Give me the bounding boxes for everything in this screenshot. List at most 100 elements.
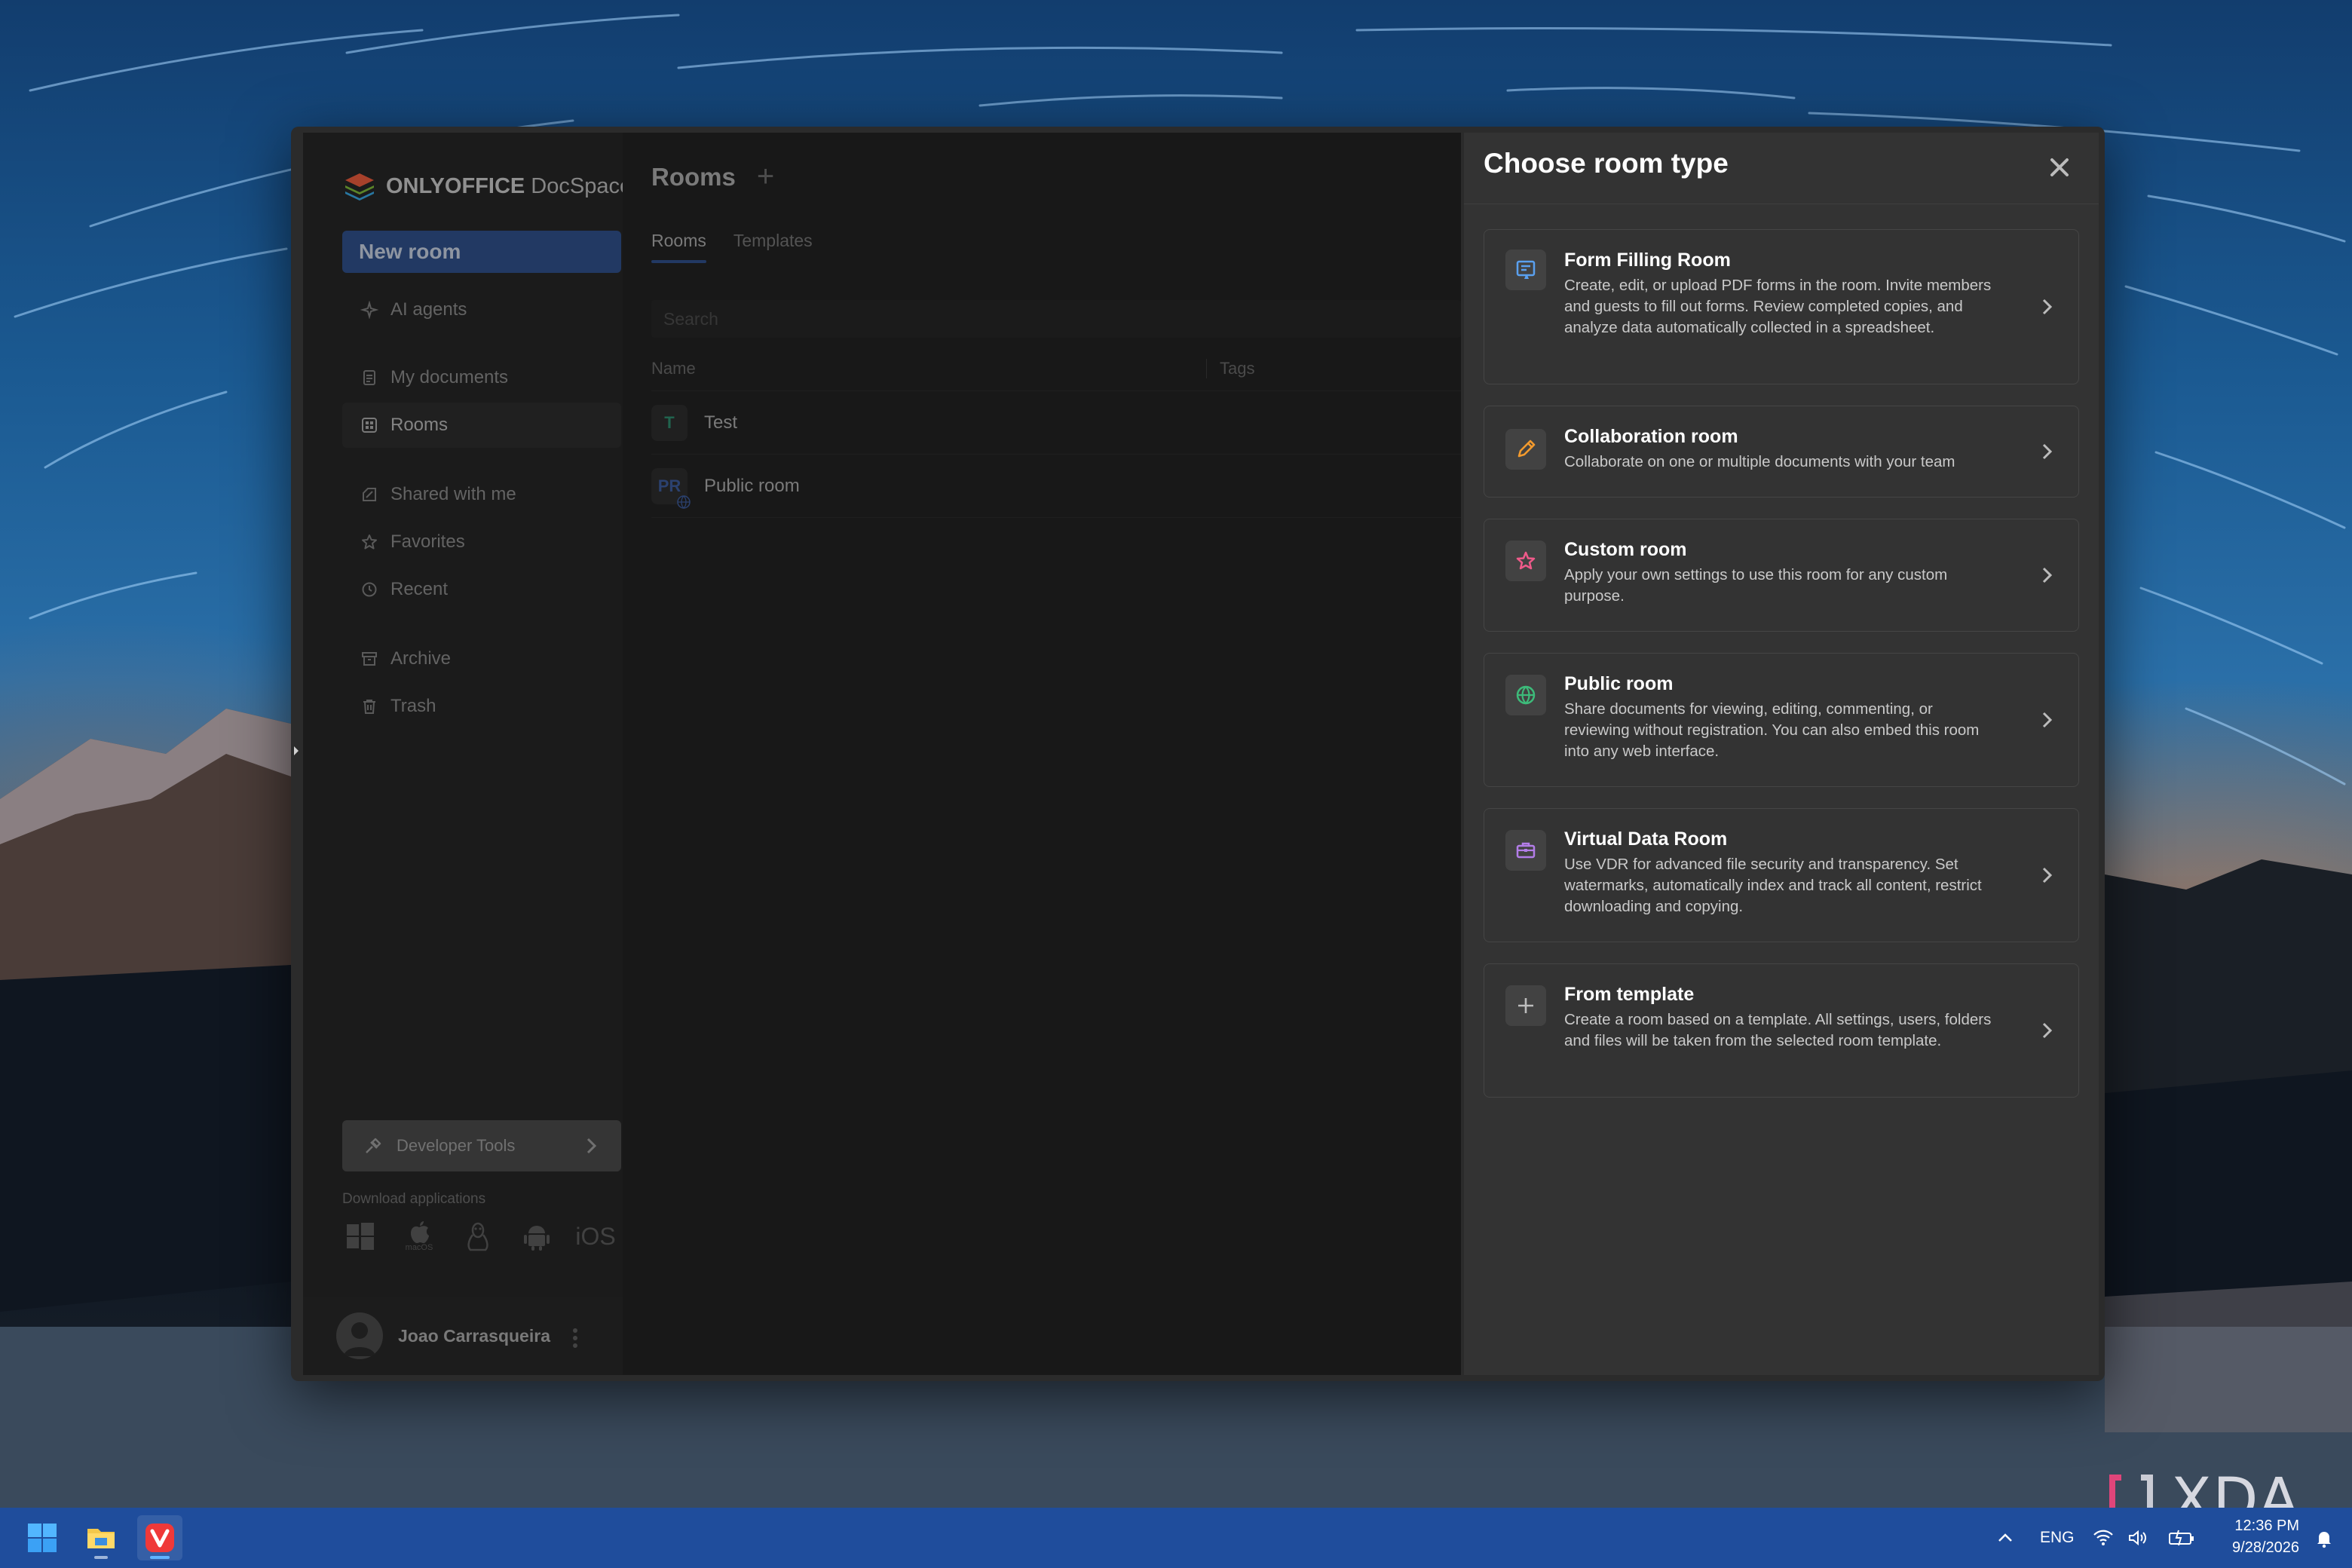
sidebar-item-my-documents[interactable]: My documents — [342, 355, 621, 400]
onlyoffice-logo-icon — [345, 173, 374, 201]
app-window: ONLYOFFICE DocSpace New room AI agents M… — [291, 127, 2105, 1381]
new-room-button[interactable]: New room — [342, 231, 621, 273]
file-explorer-button[interactable] — [78, 1515, 124, 1560]
rooms-tabs: Rooms Templates — [651, 231, 813, 263]
sidebar-item-label: Favorites — [390, 531, 465, 552]
sidebar: ONLYOFFICE DocSpace New room AI agents M… — [303, 133, 632, 1375]
star-icon — [1505, 541, 1546, 581]
room-type-custom[interactable]: Custom room Apply your own settings to u… — [1484, 519, 2079, 632]
windows-icon[interactable] — [342, 1218, 378, 1254]
room-type-virtual-data[interactable]: Virtual Data Room Use VDR for advanced f… — [1484, 808, 2079, 942]
star-icon — [359, 531, 380, 553]
close-icon[interactable] — [2044, 152, 2075, 182]
sidebar-item-label: Trash — [390, 696, 436, 716]
sidebar-item-shared-with-me[interactable]: Shared with me — [342, 472, 621, 517]
pencil-icon — [1505, 429, 1546, 470]
shared-icon — [359, 484, 380, 505]
sidebar-item-rooms[interactable]: Rooms — [342, 403, 621, 448]
chevron-right-icon — [2042, 712, 2053, 728]
sidebar-item-label: Recent — [390, 579, 449, 599]
clock-date: 9/28/2026 — [2232, 1539, 2299, 1556]
card-title: Custom room — [1564, 539, 1687, 560]
volume-icon[interactable] — [2127, 1529, 2148, 1551]
card-title: Public room — [1564, 673, 1674, 694]
globe-badge-icon — [677, 495, 691, 509]
page-title: Rooms + — [651, 160, 774, 194]
system-clock[interactable]: 12:36 PM 9/28/2026 — [2209, 1515, 2299, 1559]
download-apps: macOS iOS — [342, 1218, 616, 1254]
column-divider[interactable] — [1206, 359, 1207, 378]
macos-label: macOS — [405, 1243, 433, 1252]
room-type-form-filling[interactable]: Form Filling Room Create, edit, or uploa… — [1484, 229, 2079, 384]
chevron-right-icon — [2042, 443, 2053, 460]
avatar[interactable] — [336, 1312, 383, 1359]
room-type-collaboration[interactable]: Collaboration room Collaborate on one or… — [1484, 406, 2079, 498]
room-type-public[interactable]: Public room Share documents for viewing,… — [1484, 653, 2079, 787]
archive-icon — [359, 648, 380, 669]
form-filling-icon — [1505, 250, 1546, 290]
sidebar-item-label: AI agents — [390, 299, 467, 320]
column-header-name[interactable]: Name — [651, 359, 696, 378]
developer-tools-button[interactable]: Developer Tools — [342, 1120, 621, 1171]
notification-icon[interactable] — [2314, 1529, 2334, 1552]
sidebar-item-recent[interactable]: Recent — [342, 567, 621, 612]
room-initials-icon: T — [651, 404, 688, 441]
vivaldi-button[interactable] — [137, 1515, 182, 1560]
developer-tools-label: Developer Tools — [397, 1136, 516, 1155]
search-input[interactable]: Search — [651, 300, 1461, 338]
choose-room-type-panel: Choose room type Form Filling Room Creat… — [1464, 133, 2099, 1375]
caret-right-icon[interactable] — [291, 743, 302, 758]
briefcase-icon — [1505, 830, 1546, 871]
more-options-icon[interactable] — [571, 1327, 579, 1349]
add-icon[interactable]: + — [757, 160, 774, 194]
start-button[interactable] — [20, 1515, 65, 1560]
column-header-tags[interactable]: Tags — [1220, 359, 1254, 378]
sidebar-item-label: Archive — [390, 648, 452, 669]
rooms-grid-icon — [359, 415, 380, 436]
android-icon[interactable] — [519, 1218, 555, 1254]
sidebar-item-label: Rooms — [390, 415, 449, 435]
sidebar-item-label: My documents — [390, 367, 509, 387]
chevron-right-icon — [2042, 1022, 2053, 1039]
sidebar-item-trash[interactable]: Trash — [342, 684, 621, 729]
developer-tools-icon — [366, 1138, 381, 1153]
vivaldi-icon — [145, 1524, 174, 1552]
document-icon — [359, 367, 380, 388]
room-name: Test — [704, 412, 738, 433]
card-description: Share documents for viewing, editing, co… — [1564, 700, 1980, 760]
tab-rooms[interactable]: Rooms — [651, 231, 706, 263]
running-indicator — [94, 1556, 108, 1559]
app-logo[interactable]: ONLYOFFICE DocSpace — [342, 167, 632, 205]
ios-icon[interactable]: iOS — [575, 1218, 615, 1254]
sidebar-item-ai-agents[interactable]: AI agents — [342, 287, 621, 332]
table-row[interactable]: PR Public room — [651, 455, 1461, 518]
sidebar-item-archive[interactable]: Archive — [342, 636, 621, 681]
card-description: Use VDR for advanced file security and t… — [1564, 856, 1982, 915]
user-profile[interactable]: Joao Carrasqueira — [303, 1297, 623, 1375]
globe-icon — [1505, 675, 1546, 715]
chevron-right-icon — [2042, 567, 2053, 583]
history-icon — [359, 579, 380, 600]
card-title: Form Filling Room — [1564, 250, 1731, 271]
room-initials-icon: PR — [651, 467, 691, 509]
file-explorer-icon — [87, 1529, 115, 1548]
language-indicator[interactable]: ENG — [2040, 1529, 2075, 1547]
card-description: Create a room based on a template. All s… — [1564, 1011, 1992, 1049]
page-title-text: Rooms — [651, 162, 736, 191]
wifi-icon[interactable] — [2093, 1529, 2114, 1551]
clock-time: 12:36 PM — [2234, 1517, 2299, 1534]
macos-icon[interactable]: macOS — [401, 1218, 437, 1254]
card-description: Create, edit, or upload PDF forms in the… — [1564, 277, 1992, 336]
tab-templates[interactable]: Templates — [733, 231, 813, 263]
linux-icon[interactable] — [460, 1218, 496, 1254]
battery-icon[interactable] — [2168, 1529, 2195, 1551]
user-name: Joao Carrasqueira — [398, 1325, 550, 1346]
room-type-from-template[interactable]: From template Create a room based on a t… — [1484, 963, 2079, 1098]
card-title: Virtual Data Room — [1564, 828, 1728, 850]
sidebar-item-label: Shared with me — [390, 484, 516, 504]
table-row[interactable]: T Test — [651, 391, 1461, 455]
windows-start-icon — [28, 1524, 57, 1552]
sidebar-item-favorites[interactable]: Favorites — [342, 519, 621, 565]
chevron-up-icon[interactable] — [1996, 1529, 2014, 1551]
card-title: Collaboration room — [1564, 426, 1738, 447]
